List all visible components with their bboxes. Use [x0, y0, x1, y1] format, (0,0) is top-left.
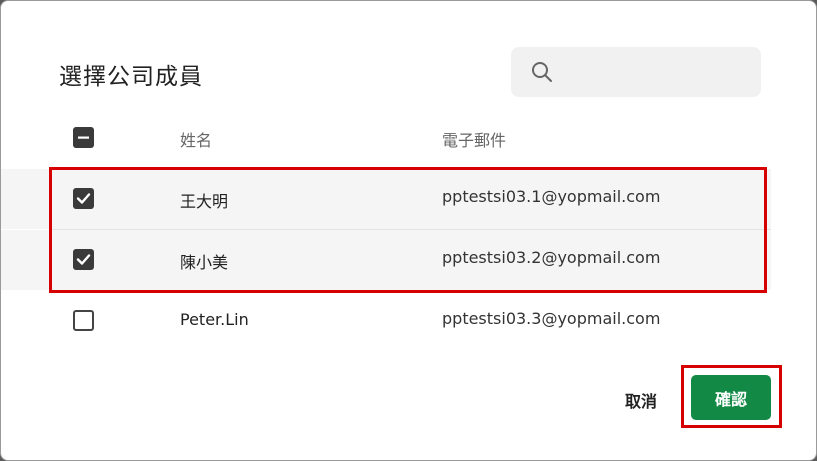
confirm-button[interactable]: 確認: [691, 375, 771, 420]
table-header: 姓名 電子郵件: [1, 113, 771, 163]
member-name: Peter.Lin: [180, 310, 249, 329]
check-icon: [76, 254, 91, 265]
table-row[interactable]: Peter.Lin pptestsi03.3@yopmail.com: [1, 291, 771, 351]
member-name: 王大明: [180, 192, 229, 211]
select-members-dialog: 選擇公司成員 姓名 電子郵件 王大明 pptestsi03.1@yopmail.…: [0, 0, 817, 461]
member-email: pptestsi03.2@yopmail.com: [442, 248, 661, 267]
member-email: pptestsi03.3@yopmail.com: [442, 309, 661, 328]
search-input[interactable]: [563, 57, 753, 89]
row-checkbox[interactable]: [73, 249, 94, 270]
row-checkbox[interactable]: [73, 188, 94, 209]
minus-icon: [78, 136, 89, 139]
row-checkbox[interactable]: [73, 310, 94, 331]
search-box[interactable]: [511, 47, 761, 97]
cancel-button[interactable]: 取消: [613, 387, 669, 413]
member-email: pptestsi03.1@yopmail.com: [442, 187, 661, 206]
search-icon: [532, 62, 552, 82]
check-icon: [76, 193, 91, 204]
table-row[interactable]: 陳小美 pptestsi03.2@yopmail.com: [1, 230, 771, 290]
member-name: 陳小美: [180, 253, 229, 272]
table-row[interactable]: 王大明 pptestsi03.1@yopmail.com: [1, 169, 771, 229]
dialog-title: 選擇公司成員: [59, 64, 203, 90]
column-header-email: 電子郵件: [442, 131, 507, 150]
select-all-checkbox[interactable]: [73, 127, 94, 148]
column-header-name: 姓名: [180, 131, 213, 150]
